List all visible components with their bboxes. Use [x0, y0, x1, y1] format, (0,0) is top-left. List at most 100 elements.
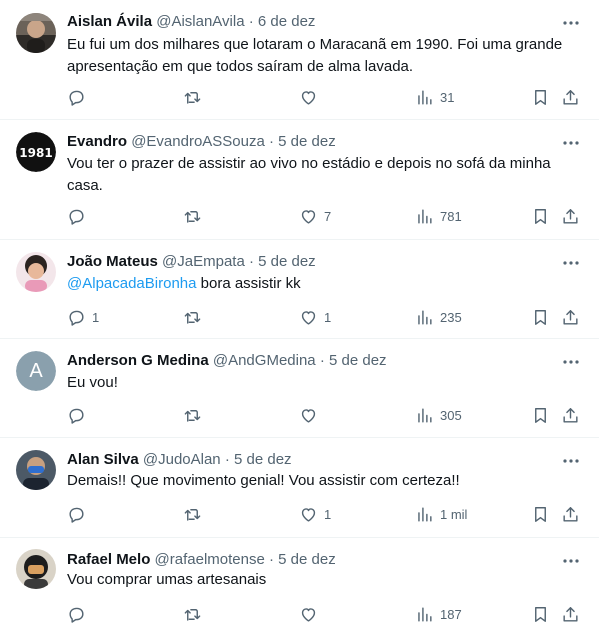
more-options-icon[interactable] [561, 551, 581, 571]
tweet-date[interactable]: 5 de dez [329, 352, 387, 369]
author-name[interactable]: Evandro [67, 133, 127, 150]
reply-button[interactable] [67, 503, 92, 525]
tweet[interactable]: 1981 Evandro @EvandroASSouza · 5 de dez … [0, 120, 599, 240]
author-handle[interactable]: @rafaelmotense [155, 551, 265, 568]
share-button[interactable] [561, 404, 580, 426]
logo-avatar-icon: 1981 [16, 132, 56, 172]
retweet-icon [184, 608, 201, 621]
retweet-button[interactable] [183, 205, 208, 227]
avatar[interactable] [16, 252, 56, 292]
bookmark-button[interactable] [531, 404, 550, 426]
tweet-text: @AlpacadaBironha bora assistir kk [67, 273, 579, 295]
tweet-actions: 1 1 235 [67, 306, 585, 328]
tweet[interactable]: Rafael Melo @rafaelmotense · 5 de dez Vo… [0, 538, 599, 636]
like-button[interactable]: 1 [299, 306, 331, 328]
more-options-icon[interactable] [561, 13, 581, 33]
mention-link[interactable]: @AlpacadaBironha [67, 275, 196, 292]
share-button[interactable] [561, 205, 580, 227]
avatar[interactable] [16, 450, 56, 490]
more-options-icon[interactable] [561, 352, 581, 372]
retweet-button[interactable] [183, 86, 208, 108]
retweet-button[interactable] [183, 404, 208, 426]
more-options-icon[interactable] [561, 451, 581, 471]
bar-chart-icon [418, 89, 432, 105]
avatar[interactable]: A [16, 351, 56, 391]
heart-icon [301, 507, 316, 522]
views-button[interactable]: 187 [415, 603, 462, 625]
share-button[interactable] [561, 503, 580, 525]
tweet[interactable]: João Mateus @JaEmpata · 5 de dez @Alpaca… [0, 240, 599, 339]
bookmark-icon [535, 606, 546, 622]
reply-button[interactable] [67, 205, 92, 227]
tweet[interactable]: Alan Silva @JudoAlan · 5 de dez Demais!!… [0, 438, 599, 538]
separator-dot: · [248, 13, 254, 30]
like-button[interactable] [299, 603, 324, 625]
like-button[interactable] [299, 404, 324, 426]
reply-icon [69, 507, 84, 523]
tweet-text: Vou ter o prazer de assistir ao vivo no … [67, 155, 551, 194]
views-button[interactable]: 235 [415, 306, 462, 328]
heart-icon [301, 408, 316, 423]
tweet-date[interactable]: 5 de dez [234, 451, 292, 468]
share-button[interactable] [561, 603, 580, 625]
views-button[interactable]: 31 [415, 86, 454, 108]
bookmark-button[interactable] [531, 86, 550, 108]
bookmark-button[interactable] [531, 603, 550, 625]
reply-icon [69, 90, 84, 106]
share-icon [563, 506, 578, 522]
tweet-date[interactable]: 6 de dez [258, 13, 316, 30]
share-button[interactable] [561, 86, 580, 108]
tweet-date[interactable]: 5 de dez [258, 253, 316, 270]
bookmark-button[interactable] [531, 205, 550, 227]
like-button[interactable] [299, 86, 324, 108]
share-icon [563, 606, 578, 622]
author-name[interactable]: Anderson G Medina [67, 352, 209, 369]
retweet-button[interactable] [183, 306, 208, 328]
tweet[interactable]: Aislan Ávila @AislanAvila · 6 de dez Eu … [0, 0, 599, 120]
author-handle[interactable]: @EvandroASSouza [131, 133, 265, 150]
author-handle[interactable]: @AislanAvila [156, 13, 244, 30]
bookmark-button[interactable] [531, 306, 550, 328]
avatar[interactable]: 1981 [16, 132, 56, 172]
separator-dot: · [319, 352, 325, 369]
views-button[interactable]: 1 mil [415, 503, 467, 525]
share-button[interactable] [561, 306, 580, 328]
tweet[interactable]: A Anderson G Medina @AndGMedina · 5 de d… [0, 339, 599, 438]
views-button[interactable]: 781 [415, 205, 462, 227]
reply-button[interactable] [67, 404, 92, 426]
author-handle[interactable]: @JaEmpata [162, 253, 245, 270]
like-button[interactable]: 7 [299, 205, 331, 227]
tweet-text: Vou comprar umas artesanais [67, 571, 267, 588]
retweet-icon [184, 508, 201, 521]
reply-button[interactable]: 1 [67, 306, 99, 328]
tweet-text: Eu vou! [67, 374, 118, 391]
svg-text:1981: 1981 [19, 146, 52, 160]
retweet-button[interactable] [183, 603, 208, 625]
reply-button[interactable] [67, 603, 92, 625]
views-button[interactable]: 305 [415, 404, 462, 426]
author-name[interactable]: Aislan Ávila [67, 13, 152, 30]
retweet-button[interactable] [183, 503, 208, 525]
tweet-date[interactable]: 5 de dez [278, 133, 336, 150]
retweet-icon [184, 311, 201, 324]
author-name[interactable]: Alan Silva [67, 451, 139, 468]
avatar[interactable] [16, 13, 56, 53]
tweet-date[interactable]: 5 de dez [278, 551, 336, 568]
heart-icon [301, 209, 316, 224]
tweet-text: Eu fui um dos milhares que lotaram o Mar… [67, 36, 563, 75]
cartoon-avatar-icon [16, 252, 56, 292]
author-name[interactable]: Rafael Melo [67, 551, 150, 568]
heart-icon [301, 310, 316, 325]
more-options-icon[interactable] [561, 253, 581, 273]
author-name[interactable]: João Mateus [67, 253, 158, 270]
bookmark-button[interactable] [531, 503, 550, 525]
bar-chart-icon [418, 606, 432, 622]
like-button[interactable]: 1 [299, 503, 331, 525]
retweet-icon [184, 210, 201, 223]
separator-dot: · [269, 133, 274, 150]
more-options-icon[interactable] [561, 133, 581, 153]
author-handle[interactable]: @AndGMedina [213, 352, 316, 369]
avatar[interactable] [16, 549, 56, 589]
author-handle[interactable]: @JudoAlan [143, 451, 221, 468]
reply-button[interactable] [67, 86, 92, 108]
